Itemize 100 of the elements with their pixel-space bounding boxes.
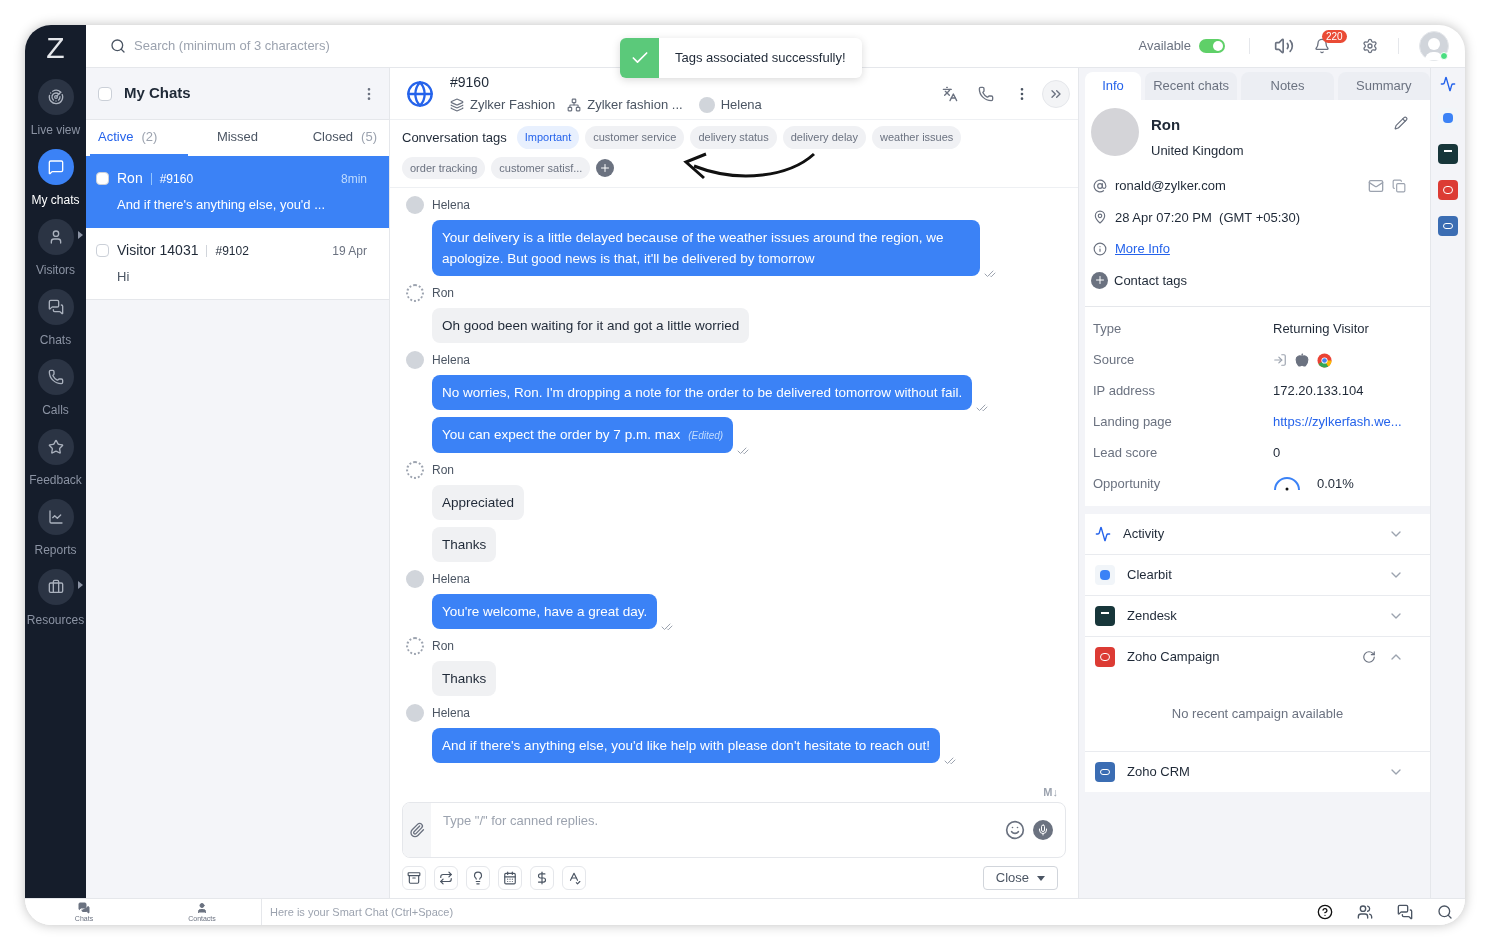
nav-item[interactable]: Live view (25, 75, 86, 145)
chat-checkbox[interactable] (96, 244, 109, 257)
chat-checkbox[interactable] (96, 172, 109, 185)
panel-title: My Chats (124, 83, 191, 104)
smart-chat-field[interactable]: Here is your Smart Chat (Ctrl+Space) (262, 903, 1305, 921)
apple-icon (1295, 353, 1309, 367)
composer-tool-button[interactable] (562, 866, 586, 890)
chat-filter-tab[interactable]: Closed (5) (286, 120, 385, 156)
details-tab[interactable]: Summary (1337, 72, 1430, 100)
sender-avatar (406, 284, 424, 302)
globe-icon (406, 79, 434, 108)
agent-avatar (698, 97, 715, 113)
field-label: Type (1093, 320, 1123, 339)
conversation-tag[interactable]: weather issues (871, 126, 962, 149)
calendar-icon (503, 871, 517, 885)
read-ticks-icon (737, 445, 750, 457)
person-icon (196, 902, 208, 914)
chat-filter-tab[interactable]: Missed (188, 120, 287, 156)
details-tab[interactable]: Info (1085, 72, 1141, 100)
nav-item[interactable]: Chats (25, 285, 86, 355)
integration-row[interactable]: Zendesk (1085, 596, 1430, 636)
conversation-tag[interactable]: Important (516, 126, 580, 149)
integration-row[interactable]: Zoho CRM (1085, 752, 1430, 792)
add-contact-tag-button[interactable] (1091, 271, 1108, 289)
translate-icon[interactable] (942, 85, 958, 102)
conversation-tag[interactable]: delivery delay (782, 126, 866, 149)
composer-tool-button[interactable] (434, 866, 458, 890)
notification-bell-icon[interactable] (1314, 38, 1330, 54)
sender-name: Helena (432, 352, 471, 369)
composer-tool-button[interactable] (466, 866, 490, 890)
messages-icon[interactable] (1397, 904, 1413, 920)
search-field[interactable]: Search (minimum of 3 characters) (134, 36, 434, 56)
field-label: IP address (1093, 382, 1156, 401)
search-icon[interactable] (1437, 904, 1453, 920)
zendesk-logo-icon (1095, 606, 1115, 626)
sign-in-icon (1273, 353, 1287, 367)
info-icon (1093, 241, 1107, 256)
spellcheck-icon (567, 871, 581, 885)
chat-list-item[interactable]: Ron #9160 8min And if there's anything else, you'd ... (86, 156, 389, 228)
layers-icon (450, 98, 464, 112)
chat-preview: Hi (117, 268, 131, 286)
help-icon[interactable] (1317, 904, 1333, 920)
brand-name: Zylker Fashion (470, 96, 556, 115)
activity-icon (1095, 526, 1111, 542)
landing-page-link[interactable]: https://zylkerfash.we... (1273, 412, 1402, 432)
emoji-icon[interactable] (1005, 820, 1025, 840)
copy-icon[interactable] (1392, 178, 1406, 193)
nav-icon (47, 579, 64, 595)
nav-icon (47, 159, 64, 175)
conversation-tag[interactable]: customer satisf... (491, 156, 591, 179)
users-icon[interactable] (1357, 904, 1373, 920)
field-value: 0 (1273, 444, 1281, 463)
microphone-button[interactable] (1033, 820, 1053, 840)
conversation-tag[interactable]: order tracking (402, 156, 486, 179)
attachment-icon[interactable] (409, 822, 425, 838)
chat-list-item[interactable]: Visitor 14031 #9102 19 Apr Hi (86, 228, 389, 300)
add-tag-button[interactable] (596, 158, 615, 177)
nav-icon (47, 439, 64, 455)
edit-icon[interactable] (1394, 116, 1408, 130)
availability-toggle[interactable] (1199, 39, 1225, 53)
field-value: 0.01% (1317, 475, 1354, 494)
settings-icon[interactable] (1362, 38, 1378, 54)
reply-input[interactable]: Type "/" for canned replies. (431, 811, 1005, 831)
more-info-link[interactable]: More Info (1115, 239, 1170, 259)
visitor-message-bubble: Thanks (432, 661, 497, 696)
expand-panel-button[interactable] (1042, 79, 1070, 108)
sender-avatar (406, 637, 424, 655)
conversation-tag[interactable]: delivery status (690, 126, 777, 149)
agent-message-bubble: Your delivery is a little delayed because of the weather issues around the region, we apologize. But good news is that, it'll be delivered by tomorrow (432, 220, 980, 276)
sound-icon[interactable] (1274, 36, 1294, 56)
field-label: Lead score (1093, 444, 1159, 463)
nav-item[interactable]: Reports (25, 495, 86, 565)
phone-icon[interactable] (978, 85, 994, 102)
app-logo: Z (46, 33, 65, 63)
visitor-message-bubble: Thanks (432, 527, 497, 562)
integration-row[interactable]: Zoho Campaign (1085, 637, 1430, 677)
field-label: Opportunity (1093, 475, 1162, 494)
composer-tool-button[interactable] (402, 866, 426, 890)
integration-row[interactable]: Clearbit (1085, 555, 1430, 595)
sender-avatar (406, 461, 424, 479)
composer-tool-button[interactable] (498, 866, 522, 890)
nav-item[interactable]: Calls (25, 355, 86, 425)
nav-item[interactable]: My chats (25, 145, 86, 215)
close-chat-button[interactable]: Close (982, 866, 1058, 890)
nav-item[interactable]: Feedback (25, 425, 86, 495)
mail-icon[interactable] (1368, 177, 1384, 194)
details-tab[interactable]: Recent chats (1145, 72, 1238, 100)
integration-row[interactable]: Activity (1085, 514, 1430, 554)
sender-avatar (406, 196, 424, 214)
details-tab[interactable]: Notes (1241, 72, 1334, 100)
sender-name: Helena (432, 197, 471, 214)
reply-composer[interactable]: Type "/" for canned replies. (402, 802, 1066, 858)
activity-icon[interactable] (1440, 76, 1456, 92)
conversation-tag[interactable]: customer service (585, 126, 685, 149)
select-all-checkbox[interactable] (98, 86, 112, 101)
composer-tool-button[interactable] (530, 866, 554, 890)
visitor-message-bubble: Oh good been waiting for it and got a little worried (432, 308, 750, 343)
dollar-icon (535, 871, 549, 885)
browser-logo-icon (1317, 352, 1332, 368)
refresh-icon[interactable] (1362, 650, 1376, 664)
